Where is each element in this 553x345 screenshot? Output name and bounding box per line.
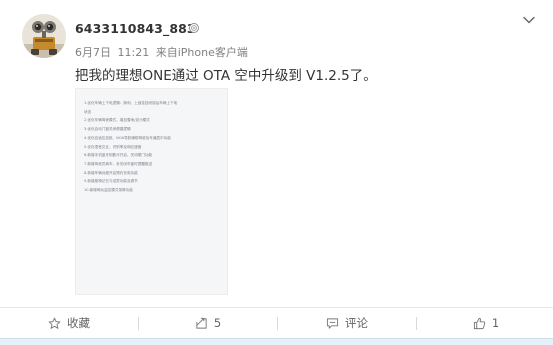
post-time[interactable]: 11:21 bbox=[118, 46, 150, 59]
release-note-line: 5.优化语音交互，识别率及响应速度 bbox=[84, 144, 142, 149]
post-meta: 6月7日 11:21 来自iPhone客户端 bbox=[75, 44, 251, 60]
release-note-line: 8.新增车辆远程开启预约充电功能 bbox=[84, 170, 138, 175]
release-note-line: 3.优化自动门窗关闭便捷逻辑 bbox=[84, 127, 131, 132]
release-note-line: 2.优化车辆驾驶模式，增加雪地/泥沙模式 bbox=[84, 118, 150, 123]
release-note-line: 7.新增驾驶员离车，未关闭车窗时提醒推送 bbox=[84, 161, 153, 166]
username[interactable]: 6433110843_883 bbox=[75, 21, 196, 36]
repost-count: 5 bbox=[213, 316, 222, 330]
repost-button[interactable]: 5 bbox=[139, 308, 277, 338]
release-note-line: 9.新增座椅记忆与迎宾功能及调节 bbox=[84, 179, 138, 184]
avatar[interactable] bbox=[22, 14, 66, 58]
release-note-line: 6.新增手机蓝牙钥匙可开启、关闭尾门功能 bbox=[84, 153, 153, 158]
comment-label: 评论 bbox=[345, 316, 368, 330]
post-source[interactable]: iPhone客户端 bbox=[178, 46, 248, 59]
favorite-button[interactable]: 收藏 bbox=[0, 308, 138, 338]
source-prefix: 来自 bbox=[155, 46, 178, 59]
release-note-line: 4.优化自适应巡航、NOA导航辅助驾驶及车道居中功能 bbox=[84, 135, 171, 140]
comment-button[interactable]: 评论 bbox=[278, 308, 416, 338]
like-count: 1 bbox=[491, 316, 500, 330]
bottom-strip bbox=[0, 338, 553, 345]
action-bar: 收藏 5 评论 1 bbox=[0, 308, 553, 338]
thumbs-up-icon bbox=[473, 317, 486, 329]
release-note-line: 状态 bbox=[84, 109, 92, 114]
chevron-down-icon[interactable] bbox=[522, 15, 536, 25]
star-icon bbox=[48, 317, 61, 329]
like-button[interactable]: 1 bbox=[417, 308, 553, 338]
release-notes-text: 1.优化车辆上下电逻辑：踩刹、上锁挂挡闭锁后车辆上下电 状态 2.优化车辆驾驶模… bbox=[84, 99, 222, 195]
robot-avatar-icon bbox=[22, 14, 66, 58]
user-badge-icon[interactable] bbox=[189, 23, 199, 33]
post-text: 把我的理想ONE通过 OTA 空中升级到 V1.2.5了。 bbox=[75, 68, 377, 84]
favorite-label: 收藏 bbox=[67, 316, 90, 330]
release-note-line: 10.新增哨兵监控模式录像功能 bbox=[84, 188, 133, 193]
post-date[interactable]: 6月7日 bbox=[75, 46, 111, 59]
post-image[interactable]: 1.优化车辆上下电逻辑：踩刹、上锁挂挡闭锁后车辆上下电 状态 2.优化车辆驾驶模… bbox=[75, 88, 228, 295]
repost-icon bbox=[196, 317, 207, 329]
release-note-line: 1.优化车辆上下电逻辑：踩刹、上锁挂挡闭锁后车辆上下电 bbox=[84, 101, 178, 105]
weibo-post-card: 6433110843_883 6月7日 11:21 来自iPhone客户端 把我… bbox=[0, 0, 553, 345]
comment-icon bbox=[326, 317, 339, 329]
